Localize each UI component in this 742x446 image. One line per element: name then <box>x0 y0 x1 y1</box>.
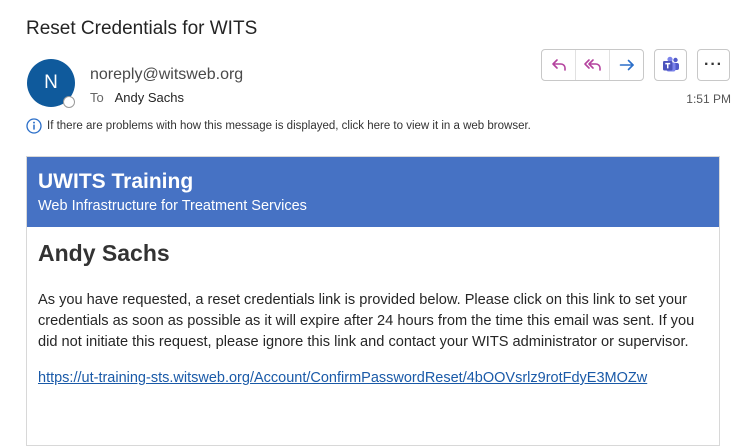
more-actions-button[interactable]: ··· <box>697 49 730 81</box>
email-subject: Reset Credentials for WITS <box>26 18 258 39</box>
info-bar[interactable]: If there are problems with how this mess… <box>26 118 531 134</box>
teams-icon <box>662 56 679 72</box>
sender-address[interactable]: noreply@witsweb.org <box>90 66 243 84</box>
reset-credentials-link[interactable]: https://ut-training-sts.witsweb.org/Acco… <box>38 370 647 386</box>
teams-button[interactable] <box>654 49 687 81</box>
presence-status-icon <box>63 96 75 108</box>
banner-title: UWITS Training <box>38 170 194 193</box>
reply-button[interactable] <box>542 50 575 80</box>
avatar-initial: N <box>44 72 58 93</box>
forward-button[interactable] <box>609 50 643 80</box>
email-content: Andy Sachs As you have requested, a rese… <box>27 227 719 387</box>
info-message[interactable]: If there are problems with how this mess… <box>47 120 531 132</box>
reply-icon <box>551 59 566 71</box>
recipient-name[interactable]: Andy Sachs <box>115 90 184 105</box>
reply-actions-group <box>541 49 644 81</box>
forward-icon <box>619 59 634 71</box>
reply-all-button[interactable] <box>575 50 609 80</box>
banner-subtitle: Web Infrastructure for Treatment Service… <box>38 198 307 214</box>
received-time: 1:51 PM <box>686 92 731 106</box>
info-icon <box>26 118 42 134</box>
message-paragraph: As you have requested, a reset credentia… <box>38 292 695 350</box>
reply-all-icon <box>583 59 601 71</box>
recipient-line: To Andy Sachs <box>90 90 184 105</box>
to-label: To <box>90 90 104 105</box>
email-body-card: UWITS Training Web Infrastructure for Tr… <box>26 156 720 446</box>
email-banner: UWITS Training Web Infrastructure for Tr… <box>27 157 719 227</box>
user-name-heading: Andy Sachs <box>38 240 170 266</box>
